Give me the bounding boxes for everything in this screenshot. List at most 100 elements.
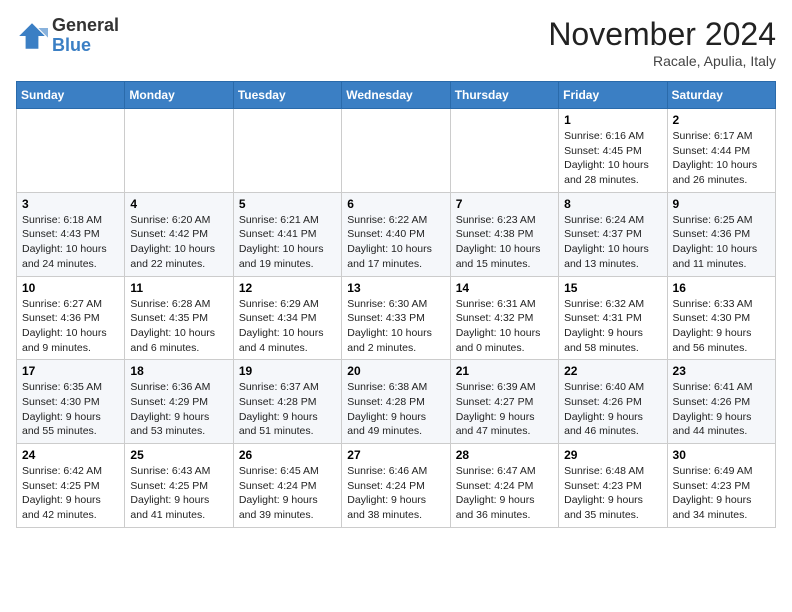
day-info: Sunrise: 6:42 AMSunset: 4:25 PMDaylight:… <box>22 464 119 523</box>
day-info: Sunrise: 6:41 AMSunset: 4:26 PMDaylight:… <box>673 380 770 439</box>
calendar-week-row: 3 Sunrise: 6:18 AMSunset: 4:43 PMDaylight… <box>17 192 776 276</box>
calendar-cell: 19 Sunrise: 6:37 AMSunset: 4:28 PMDayligh… <box>233 360 341 444</box>
day-number: 20 <box>347 364 444 378</box>
day-info: Sunrise: 6:48 AMSunset: 4:23 PMDaylight:… <box>564 464 661 523</box>
day-info: Sunrise: 6:37 AMSunset: 4:28 PMDaylight:… <box>239 380 336 439</box>
calendar-cell: 3 Sunrise: 6:18 AMSunset: 4:43 PMDaylight… <box>17 192 125 276</box>
calendar-cell: 17Sunrise: 6:35 AMSunset: 4:30 PMDayligh… <box>17 360 125 444</box>
day-number: 29 <box>564 448 661 462</box>
day-info: Sunrise: 6:18 AMSunset: 4:43 PMDaylight:… <box>22 213 119 272</box>
calendar-cell: 13 Sunrise: 6:30 AMSunset: 4:33 PMDayligh… <box>342 276 450 360</box>
calendar-header-row: SundayMondayTuesdayWednesdayThursdayFrid… <box>17 82 776 109</box>
calendar-cell: 6Sunrise: 6:22 AMSunset: 4:40 PMDaylight… <box>342 192 450 276</box>
calendar-cell: 23 Sunrise: 6:41 AMSunset: 4:26 PMDayligh… <box>667 360 775 444</box>
calendar-table: SundayMondayTuesdayWednesdayThursdayFrid… <box>16 81 776 528</box>
calendar-cell: 20 Sunrise: 6:38 AMSunset: 4:28 PMDayligh… <box>342 360 450 444</box>
day-info: Sunrise: 6:40 AMSunset: 4:26 PMDaylight:… <box>564 380 661 439</box>
day-number: 2 <box>673 113 770 127</box>
day-info: Sunrise: 6:20 AMSunset: 4:42 PMDaylight:… <box>130 213 227 272</box>
day-info: Sunrise: 6:30 AMSunset: 4:33 PMDaylight:… <box>347 297 444 356</box>
day-info: Sunrise: 6:36 AMSunset: 4:29 PMDaylight:… <box>130 380 227 439</box>
day-info: Sunrise: 6:38 AMSunset: 4:28 PMDaylight:… <box>347 380 444 439</box>
weekday-header: Sunday <box>17 82 125 109</box>
day-info: Sunrise: 6:46 AMSunset: 4:24 PMDaylight:… <box>347 464 444 523</box>
day-info: Sunrise: 6:23 AMSunset: 4:38 PMDaylight:… <box>456 213 553 272</box>
day-number: 10 <box>22 281 119 295</box>
calendar-cell <box>17 109 125 193</box>
day-number: 13 <box>347 281 444 295</box>
day-info: Sunrise: 6:45 AMSunset: 4:24 PMDaylight:… <box>239 464 336 523</box>
day-number: 25 <box>130 448 227 462</box>
calendar-cell: 10 Sunrise: 6:27 AMSunset: 4:36 PMDayligh… <box>17 276 125 360</box>
weekday-header: Tuesday <box>233 82 341 109</box>
calendar-cell: 22 Sunrise: 6:40 AMSunset: 4:26 PMDayligh… <box>559 360 667 444</box>
logo-blue: Blue <box>52 35 91 55</box>
calendar-cell: 29 Sunrise: 6:48 AMSunset: 4:23 PMDayligh… <box>559 444 667 528</box>
day-info: Sunrise: 6:39 AMSunset: 4:27 PMDaylight:… <box>456 380 553 439</box>
calendar-week-row: 24Sunrise: 6:42 AMSunset: 4:25 PMDayligh… <box>17 444 776 528</box>
location-subtitle: Racale, Apulia, Italy <box>548 53 776 69</box>
day-info: Sunrise: 6:33 AMSunset: 4:30 PMDaylight:… <box>673 297 770 356</box>
calendar-cell: 30 Sunrise: 6:49 AMSunset: 4:23 PMDayligh… <box>667 444 775 528</box>
day-number: 7 <box>456 197 553 211</box>
day-number: 11 <box>130 281 227 295</box>
day-number: 5 <box>239 197 336 211</box>
day-number: 22 <box>564 364 661 378</box>
day-number: 21 <box>456 364 553 378</box>
calendar-cell: 2Sunrise: 6:17 AMSunset: 4:44 PMDaylight… <box>667 109 775 193</box>
month-title: November 2024 <box>548 16 776 53</box>
day-number: 30 <box>673 448 770 462</box>
day-info: Sunrise: 6:27 AMSunset: 4:36 PMDaylight:… <box>22 297 119 356</box>
calendar-cell: 1 Sunrise: 6:16 AMSunset: 4:45 PMDaylight… <box>559 109 667 193</box>
logo-general: General <box>52 15 119 35</box>
calendar-cell: 5Sunrise: 6:21 AMSunset: 4:41 PMDaylight… <box>233 192 341 276</box>
calendar-cell: 12 Sunrise: 6:29 AMSunset: 4:34 PMDayligh… <box>233 276 341 360</box>
day-info: Sunrise: 6:31 AMSunset: 4:32 PMDaylight:… <box>456 297 553 356</box>
calendar-cell: 28 Sunrise: 6:47 AMSunset: 4:24 PMDayligh… <box>450 444 558 528</box>
calendar-week-row: 17Sunrise: 6:35 AMSunset: 4:30 PMDayligh… <box>17 360 776 444</box>
title-block: November 2024 Racale, Apulia, Italy <box>548 16 776 69</box>
day-info: Sunrise: 6:25 AMSunset: 4:36 PMDaylight:… <box>673 213 770 272</box>
calendar-cell: 26Sunrise: 6:45 AMSunset: 4:24 PMDayligh… <box>233 444 341 528</box>
calendar-cell: 11Sunrise: 6:28 AMSunset: 4:35 PMDayligh… <box>125 276 233 360</box>
calendar-cell: 16 Sunrise: 6:33 AMSunset: 4:30 PMDayligh… <box>667 276 775 360</box>
day-number: 16 <box>673 281 770 295</box>
calendar-cell: 9 Sunrise: 6:25 AMSunset: 4:36 PMDaylight… <box>667 192 775 276</box>
day-info: Sunrise: 6:47 AMSunset: 4:24 PMDaylight:… <box>456 464 553 523</box>
day-number: 4 <box>130 197 227 211</box>
day-number: 8 <box>564 197 661 211</box>
day-number: 15 <box>564 281 661 295</box>
calendar-cell <box>342 109 450 193</box>
calendar-cell: 24Sunrise: 6:42 AMSunset: 4:25 PMDayligh… <box>17 444 125 528</box>
day-info: Sunrise: 6:29 AMSunset: 4:34 PMDaylight:… <box>239 297 336 356</box>
logo-icon <box>16 20 48 52</box>
weekday-header: Wednesday <box>342 82 450 109</box>
logo-text: General Blue <box>52 16 119 56</box>
weekday-header: Saturday <box>667 82 775 109</box>
calendar-cell: 15Sunrise: 6:32 AMSunset: 4:31 PMDayligh… <box>559 276 667 360</box>
day-number: 18 <box>130 364 227 378</box>
day-number: 9 <box>673 197 770 211</box>
weekday-header: Thursday <box>450 82 558 109</box>
day-number: 19 <box>239 364 336 378</box>
day-number: 14 <box>456 281 553 295</box>
day-number: 3 <box>22 197 119 211</box>
weekday-header: Monday <box>125 82 233 109</box>
calendar-week-row: 1 Sunrise: 6:16 AMSunset: 4:45 PMDaylight… <box>17 109 776 193</box>
day-number: 23 <box>673 364 770 378</box>
day-info: Sunrise: 6:49 AMSunset: 4:23 PMDaylight:… <box>673 464 770 523</box>
day-number: 12 <box>239 281 336 295</box>
day-info: Sunrise: 6:35 AMSunset: 4:30 PMDaylight:… <box>22 380 119 439</box>
day-number: 1 <box>564 113 661 127</box>
calendar-cell <box>450 109 558 193</box>
weekday-header: Friday <box>559 82 667 109</box>
day-number: 6 <box>347 197 444 211</box>
calendar-cell <box>125 109 233 193</box>
calendar-cell: 4 Sunrise: 6:20 AMSunset: 4:42 PMDaylight… <box>125 192 233 276</box>
calendar-cell: 21 Sunrise: 6:39 AMSunset: 4:27 PMDayligh… <box>450 360 558 444</box>
calendar-cell: 18 Sunrise: 6:36 AMSunset: 4:29 PMDayligh… <box>125 360 233 444</box>
page-header: General Blue November 2024 Racale, Apuli… <box>16 16 776 69</box>
day-number: 28 <box>456 448 553 462</box>
day-info: Sunrise: 6:16 AMSunset: 4:45 PMDaylight:… <box>564 129 661 188</box>
calendar-cell: 14 Sunrise: 6:31 AMSunset: 4:32 PMDayligh… <box>450 276 558 360</box>
